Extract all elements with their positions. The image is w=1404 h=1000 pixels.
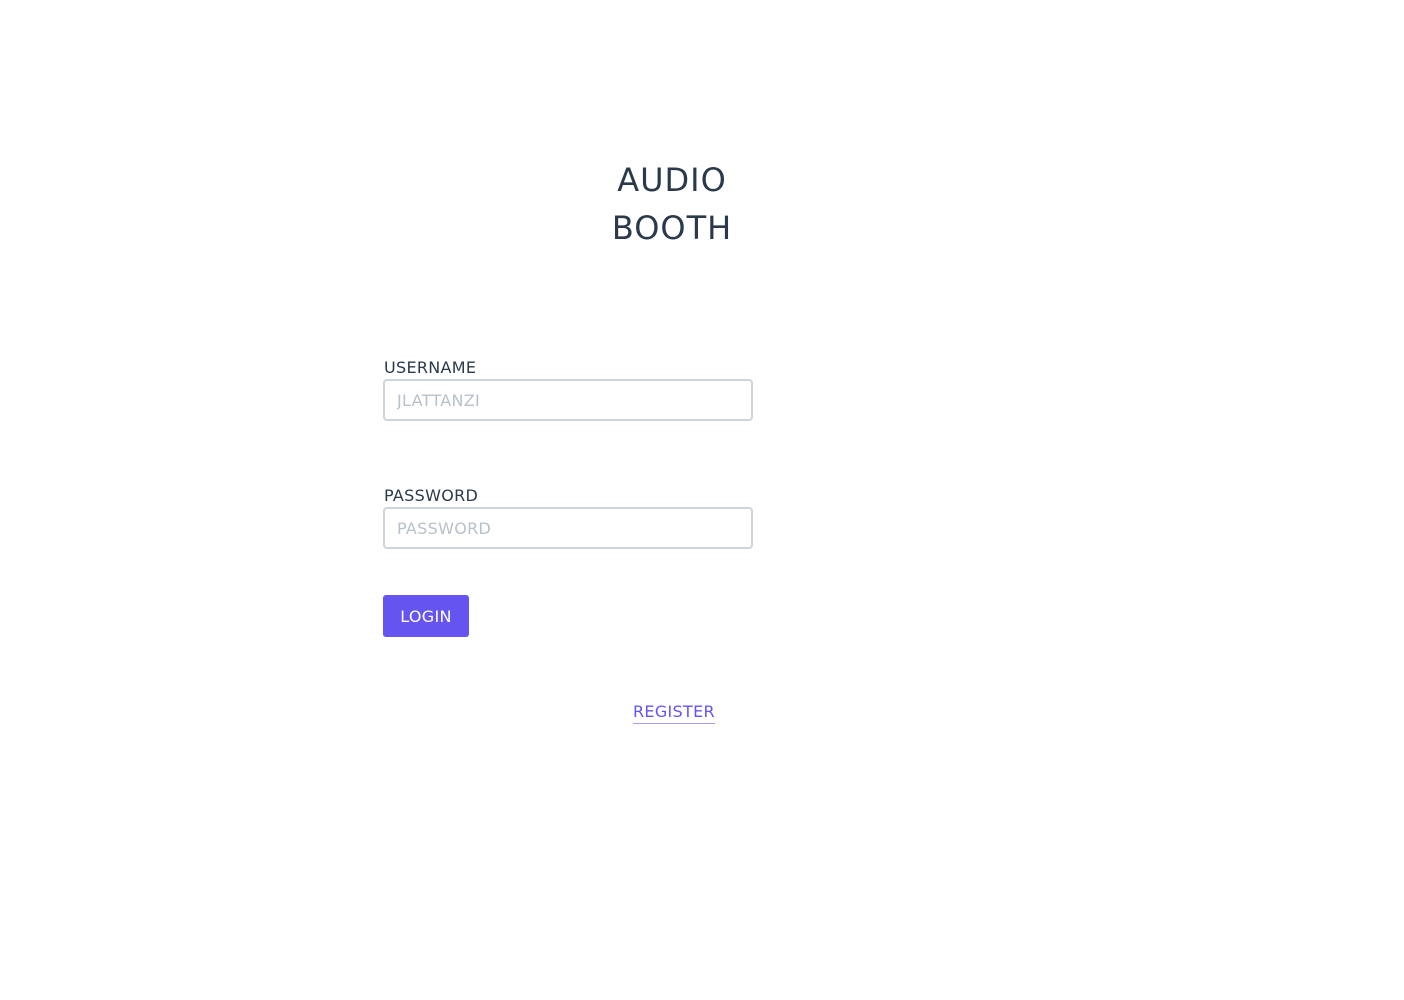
app-title-line-2: BOOTH [611, 209, 733, 247]
register-link[interactable]: REGISTER [633, 702, 715, 724]
login-button[interactable]: LOGIN [383, 595, 469, 637]
password-input[interactable] [383, 507, 753, 549]
app-title-line-1: AUDIO [617, 161, 727, 199]
app-title: AUDIO BOOTH [592, 156, 752, 252]
login-page: AUDIO BOOTH USERNAME PASSWORD LOGIN REGI… [0, 0, 1404, 1000]
password-label: PASSWORD [384, 486, 479, 505]
username-input[interactable] [383, 379, 753, 421]
username-label: USERNAME [384, 358, 477, 377]
